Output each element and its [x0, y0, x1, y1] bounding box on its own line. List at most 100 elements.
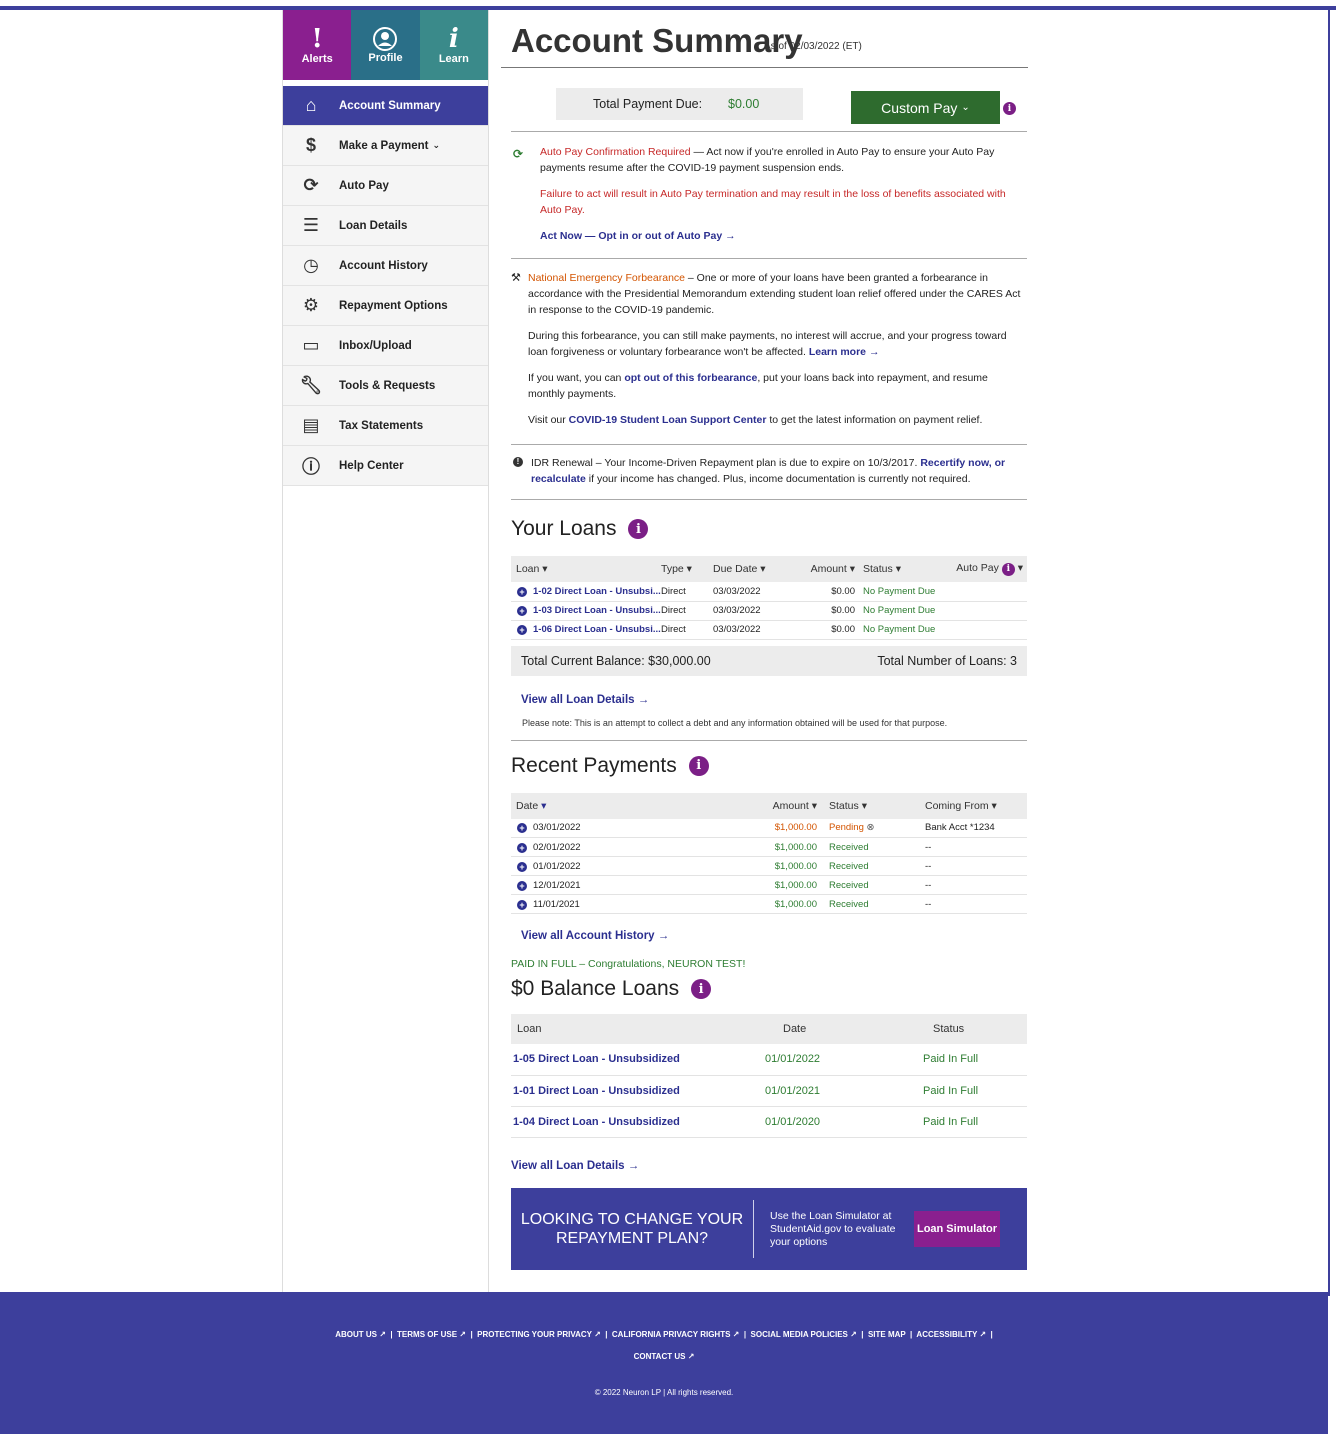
sidebar-item-inbox-upload[interactable]: ▭ Inbox/Upload [283, 326, 488, 366]
table-row: 1-01 Direct Loan - Unsubsidized 01/01/20… [511, 1075, 1027, 1107]
view-history-row: View all Account History → [511, 914, 1027, 944]
external-link-icon: ↗ [594, 1330, 601, 1339]
col-status[interactable]: Status ▾ [863, 556, 943, 582]
loan-link[interactable]: 1-01 Direct Loan - Unsubsidized [513, 1085, 680, 1097]
expand-icon[interactable]: + [517, 861, 527, 872]
sidebar-item-tools-requests[interactable]: 🔧︎ Tools & Requests [283, 366, 488, 406]
table-row: 1-04 Direct Loan - Unsubsidized 01/01/20… [511, 1106, 1027, 1138]
learn-tile[interactable]: i Learn [419, 10, 488, 80]
expand-icon[interactable]: + [517, 899, 527, 910]
col-date[interactable]: Date ▾ [511, 792, 761, 819]
col-loan[interactable]: Loan ▾ [511, 556, 661, 582]
view-all-account-history-link[interactable]: View all Account History → [521, 930, 669, 942]
footer-link-sitemap[interactable]: SITE MAP [868, 1330, 906, 1339]
learn-more-link[interactable]: Learn more → [809, 346, 880, 358]
footer-link-accessibility[interactable]: ACCESSIBILITY [916, 1330, 977, 1339]
footer-link-california[interactable]: CALIFORNIA PRIVACY RIGHTS [612, 1330, 731, 1339]
col-type[interactable]: Type ▾ [661, 556, 713, 582]
col-coming-from[interactable]: Coming From ▾ [925, 792, 1027, 819]
loan-link[interactable]: 1-05 Direct Loan - Unsubsidized [513, 1053, 680, 1065]
sidebar-item-repayment-options[interactable]: ⚙ Repayment Options [283, 286, 488, 326]
forbearance-p4a: Visit our [528, 414, 569, 426]
col-amount[interactable]: Amount ▾ [761, 792, 821, 819]
right-edge-bar [1328, 6, 1330, 1296]
idr-alert: ! IDR Renewal – Your Income-Driven Repay… [511, 445, 1027, 500]
footer-link-contact[interactable]: CONTACT US [634, 1352, 686, 1361]
autopay-warning: Failure to act will result in Auto Pay t… [540, 188, 1006, 216]
zero-balance-table: Loan Date Status 1-05 Direct Loan - Unsu… [511, 1014, 1027, 1138]
quick-tiles: ! Alerts Profile i Learn [283, 10, 488, 80]
total-number-of-loans: Total Number of Loans: 3 [877, 653, 1017, 668]
col-status[interactable]: Status ▾ [821, 792, 925, 819]
sidebar-item-auto-pay[interactable]: ⟳ Auto Pay [283, 166, 488, 206]
expand-icon[interactable]: + [517, 823, 527, 834]
col-due-date[interactable]: Due Date ▾ [713, 556, 803, 582]
sidebar-item-help-center[interactable]: ⓘ Help Center [283, 446, 488, 486]
opt-autopay-link[interactable]: Act Now — Opt in or out of Auto Pay → [540, 230, 736, 242]
sidebar-item-label: Tax Statements [339, 419, 424, 432]
alerts-label: Alerts [301, 53, 333, 65]
your-loans-title: Your Loans [511, 517, 617, 540]
expand-icon[interactable]: + [517, 606, 527, 616]
sidebar: ! Alerts Profile i Learn ⌂ Account Summa… [282, 10, 489, 1292]
info-icon[interactable]: i [691, 979, 712, 999]
loan-link[interactable]: 1-02 Direct Loan - Unsubsi... [533, 586, 661, 597]
loan-simulator-button[interactable]: Loan Simulator [914, 1211, 1000, 1247]
external-link-icon: ↗ [687, 1352, 695, 1361]
opt-out-forbearance-link[interactable]: opt out of this forbearance [624, 372, 757, 384]
profile-tile[interactable]: Profile [351, 10, 420, 80]
info-icon[interactable]: i [688, 755, 709, 776]
help-icon: ⓘ [302, 456, 320, 477]
sidebar-item-make-a-payment[interactable]: $ Make a Payment ⌄ [283, 126, 488, 166]
table-row: +1-02 Direct Loan - Unsubsi... Direct 03… [511, 582, 1027, 602]
payment-source: Bank Acct *1234 [925, 818, 1027, 838]
external-link-icon: ↗ [379, 1330, 386, 1339]
sidebar-item-label: Help Center [339, 459, 404, 472]
zero-balance-title: $0 Balance Loans [511, 977, 680, 1000]
user-icon [373, 27, 398, 51]
sidebar-item-label: Repayment Options [339, 299, 448, 312]
clock-icon: ◷ [303, 255, 319, 275]
expand-icon[interactable]: + [517, 880, 527, 891]
col-auto-pay[interactable]: Auto Pay i ▾ [943, 556, 1027, 582]
footer-link-terms[interactable]: TERMS OF USE [397, 1330, 457, 1339]
loan-link[interactable]: 1-03 Direct Loan - Unsubsi... [533, 605, 661, 616]
payments-table: Date ▾ Amount ▾ Status ▾ Coming From ▾ +… [511, 792, 1027, 914]
loan-due-date: 03/03/2022 [713, 620, 803, 640]
table-row: +01/01/2022 $1,000.00 Received -- [511, 856, 1027, 876]
footer-link-about[interactable]: ABOUT US [335, 1330, 377, 1339]
info-icon[interactable]: i [628, 519, 649, 539]
alerts-tile[interactable]: ! Alerts [283, 10, 352, 80]
sidebar-item-tax-statements[interactable]: ▤ Tax Statements [283, 406, 488, 446]
view-all-loan-details-link[interactable]: View all Loan Details → [511, 1160, 639, 1172]
paid-in-full-message: PAID IN FULL – Congratulations, NEURON T… [511, 958, 746, 970]
forbearance-alert: ⚒ National Emergency Forbearance – One o… [511, 259, 1027, 445]
payment-amount: $1,000.00 [761, 837, 821, 857]
view-all-loan-details-link[interactable]: View all Loan Details → [521, 694, 649, 706]
covid-support-center-link[interactable]: COVID-19 Student Loan Support Center [569, 414, 767, 426]
info-icon[interactable]: i [1001, 562, 1015, 576]
sidebar-item-loan-details[interactable]: ☰ Loan Details [283, 206, 488, 246]
sidebar-item-label: Tools & Requests [339, 379, 436, 392]
footer-link-privacy[interactable]: PROTECTING YOUR PRIVACY [477, 1330, 592, 1339]
expand-icon[interactable]: + [517, 586, 527, 597]
custom-pay-button[interactable]: Custom Pay ⌄ [851, 91, 1000, 124]
expand-icon[interactable]: + [517, 842, 527, 853]
payment-date: 12/01/2021 [533, 879, 581, 891]
sidebar-item-account-summary[interactable]: ⌂ Account Summary [283, 86, 488, 126]
col-amount[interactable]: Amount ▾ [803, 556, 863, 582]
table-row: +1-06 Direct Loan - Unsubsi... Direct 03… [511, 620, 1027, 640]
due-value: $0.00 [728, 97, 760, 111]
learn-more-label: Learn more [808, 346, 867, 358]
page-title: Account Summary [511, 22, 803, 59]
info-icon[interactable]: i [1003, 102, 1016, 115]
loan-link[interactable]: 1-06 Direct Loan - Unsubsi... [533, 624, 661, 635]
sidebar-item-account-history[interactable]: ◷ Account History [283, 246, 488, 286]
footer-link-social[interactable]: SOCIAL MEDIA POLICIES [751, 1330, 848, 1339]
view-zero-loans-row: View all Loan Details → [511, 1138, 1027, 1174]
expand-icon[interactable]: + [517, 625, 527, 635]
cancel-icon[interactable]: ⊗ [867, 822, 875, 833]
loan-link[interactable]: 1-04 Direct Loan - Unsubsidized [513, 1116, 680, 1128]
chevron-down-icon: ⌄ [432, 140, 441, 150]
loan-simulator-banner: LOOKING TO CHANGE YOUR REPAYMENT PLAN? U… [511, 1188, 1027, 1270]
